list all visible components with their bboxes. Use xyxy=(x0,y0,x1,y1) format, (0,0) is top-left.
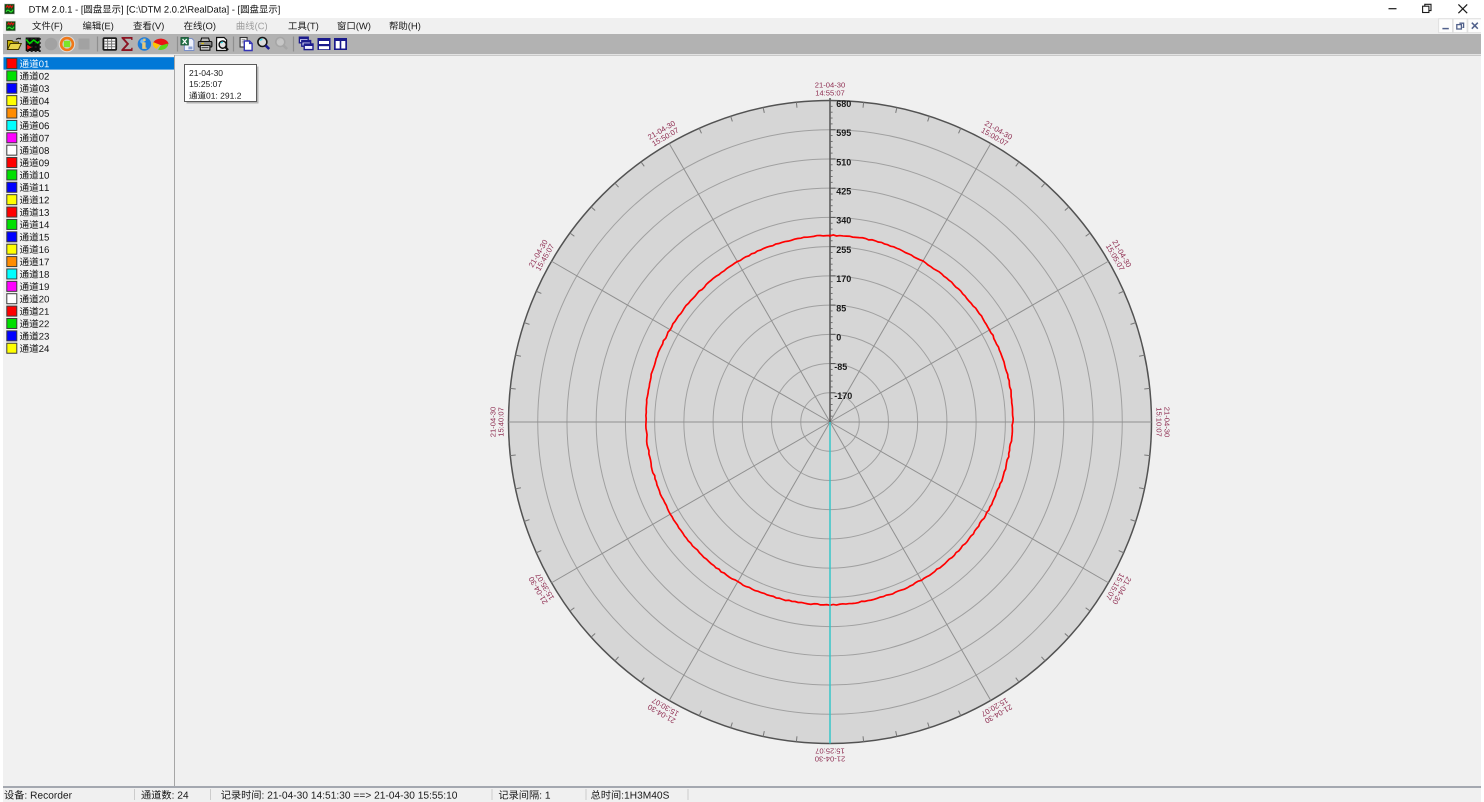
svg-text:340: 340 xyxy=(836,216,851,226)
svg-text:-85: -85 xyxy=(834,362,847,372)
svg-text:14:55:07: 14:55:07 xyxy=(815,88,845,97)
svg-text:595: 595 xyxy=(836,128,851,138)
svg-text:255: 255 xyxy=(836,245,851,255)
svg-text:15:25:07: 15:25:07 xyxy=(815,747,845,756)
svg-text:680: 680 xyxy=(836,99,851,109)
svg-text:0: 0 xyxy=(836,333,841,343)
svg-text:15:10:07: 15:10:07 xyxy=(1155,407,1164,437)
svg-text:85: 85 xyxy=(836,303,846,313)
svg-text:-170: -170 xyxy=(834,391,852,401)
svg-text:15:25:07: 15:25:07 xyxy=(189,79,222,89)
svg-text:425: 425 xyxy=(836,186,851,196)
svg-text:15:40:07: 15:40:07 xyxy=(496,407,505,437)
svg-text:170: 170 xyxy=(836,274,851,284)
svg-text:510: 510 xyxy=(836,157,851,167)
svg-text:21-04-30: 21-04-30 xyxy=(189,68,223,78)
